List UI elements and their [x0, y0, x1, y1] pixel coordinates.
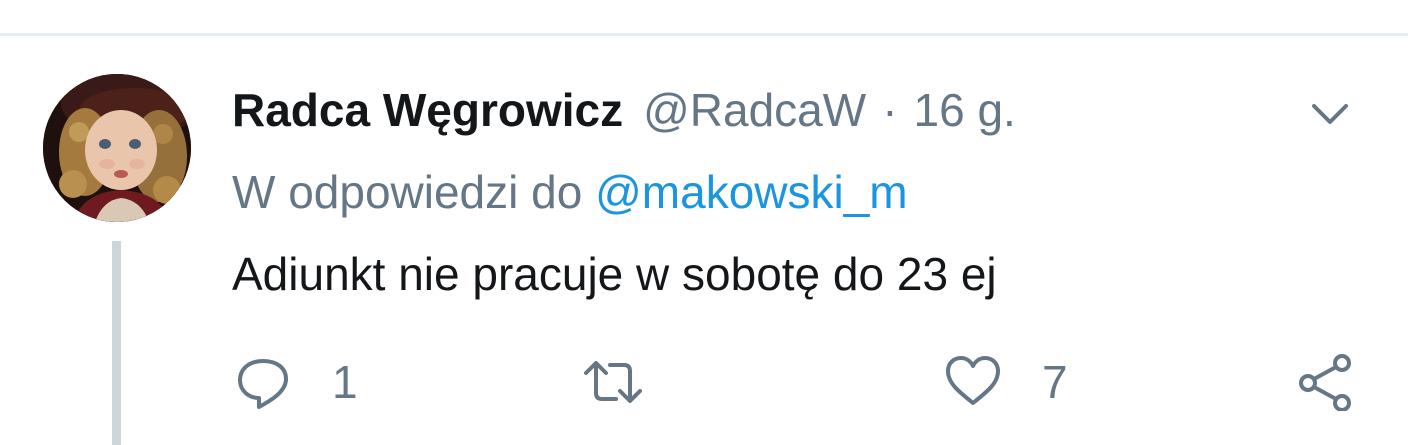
tweet-header: Radca Węgrowicz @RadcaW · 16 g. [232, 82, 1016, 138]
author-handle[interactable]: @RadcaW [643, 82, 866, 138]
author-name[interactable]: Radca Węgrowicz [232, 82, 623, 138]
thread-line [112, 241, 121, 445]
timestamp[interactable]: 16 g. [914, 82, 1016, 138]
reply-count: 1 [332, 356, 358, 408]
retweet-button[interactable] [584, 352, 682, 412]
like-button[interactable]: 7 [944, 352, 1068, 412]
share-button[interactable] [1296, 352, 1354, 412]
tweet[interactable]: Radca Węgrowicz @RadcaW · 16 g. W odpowi… [0, 36, 1408, 445]
reply-context: W odpowiedzi do @makowski_m [232, 164, 908, 220]
reply-button[interactable]: 1 [234, 352, 358, 412]
doll-avatar-image [43, 74, 191, 222]
heart-icon [946, 356, 1000, 405]
reply-mention-link[interactable]: @makowski_m [595, 166, 908, 218]
reply-icon [238, 359, 288, 409]
retweet-icon [584, 361, 642, 403]
separator: · [882, 84, 898, 136]
reply-prefix: W odpowiedzi do [232, 166, 583, 218]
chevron-down-icon[interactable] [1306, 90, 1354, 138]
avatar[interactable] [43, 74, 191, 222]
like-count: 7 [1042, 356, 1068, 408]
share-icon [1299, 354, 1351, 411]
tweet-text: Adiunkt nie pracuje w sobotę do 23 ej [232, 248, 997, 300]
